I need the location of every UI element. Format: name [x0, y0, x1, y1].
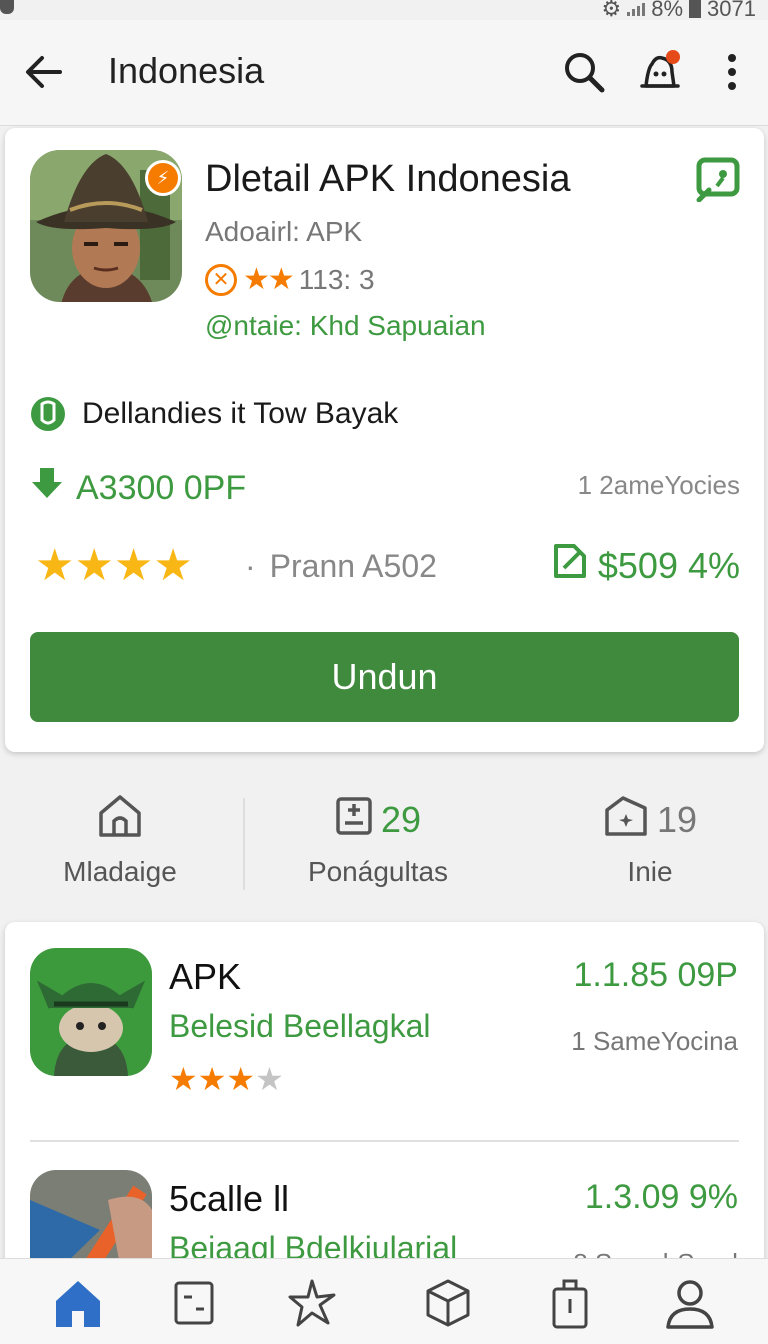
signal-icon — [627, 2, 646, 16]
rating-text: 113: 3 — [298, 263, 375, 295]
divider — [243, 798, 245, 890]
stat-value: 29 — [380, 799, 422, 840]
price-label: Prann A502 — [269, 548, 437, 584]
notification-icon — [0, 0, 14, 14]
percent-row: $509 4% — [552, 542, 740, 589]
feature-text: Dellandies it Tow Bayak — [82, 397, 399, 430]
bag-icon[interactable] — [540, 1273, 600, 1333]
stats-row: Mladaige 29 Ponágultas 19 Inie — [0, 790, 768, 900]
list-item-meta: 1 SameYocina — [571, 1026, 738, 1056]
app-detail-card: ⚡ Dletail APK Indonesia Adoairl: APK ✕ ★… — [5, 128, 764, 752]
star-rating: ★★★★ — [35, 541, 193, 590]
shield-icon — [30, 394, 66, 434]
stat-label: Mladaige — [63, 856, 177, 887]
rating-stars: ★★ — [243, 263, 295, 296]
stat-value: 19 — [656, 799, 698, 840]
download-size-row: A3300 0PF — [30, 466, 246, 511]
soldier-app-icon — [30, 948, 152, 1076]
house-star-icon — [603, 795, 649, 845]
stat-label: Inie — [627, 856, 673, 887]
time-text: 3071 — [707, 0, 756, 21]
download-size: A3300 0PF — [76, 469, 247, 507]
home-icon — [97, 793, 143, 848]
share-icon[interactable] — [695, 156, 741, 203]
app-bar: Indonesia — [0, 20, 768, 126]
status-icons: ⚙ 8% 3071 — [602, 0, 756, 22]
list-item-subtitle: Belesid Beellagkal — [169, 1008, 431, 1044]
battery-icon — [689, 0, 702, 18]
search-icon[interactable] — [562, 48, 606, 96]
bullet: · — [245, 548, 256, 584]
status-bar: ⚙ 8% 3071 — [0, 0, 768, 22]
list-item-title: APK — [169, 956, 242, 997]
stat-ponagultas[interactable]: 29 Ponágultas — [258, 790, 498, 900]
rating-row: ✕ ★★ 113: 3 — [205, 262, 375, 297]
stat-label: Ponágultas — [307, 856, 449, 887]
list-item-title: 5calle ll — [169, 1178, 290, 1219]
notifications-icon[interactable] — [638, 48, 682, 96]
developer-link[interactable]: @ntaie: Khd Sapuaian — [205, 310, 486, 342]
list-divider — [30, 1140, 739, 1142]
download-button[interactable]: Undun — [30, 632, 739, 722]
stat-mladaige[interactable]: Mladaige — [0, 790, 240, 900]
list-item[interactable]: APK Belesid Beellagkal ★★★★ 1.1.85 09P 1… — [5, 922, 764, 1122]
app-detail-title: Dletail APK Indonesia — [205, 158, 571, 200]
page-title: Indonesia — [108, 50, 265, 91]
star-icon[interactable] — [282, 1273, 342, 1333]
document-plus-icon — [335, 796, 373, 845]
download-meta: 1 2ameYocies — [577, 470, 740, 500]
notification-badge — [666, 50, 680, 64]
bolt-badge-icon: ⚡ — [145, 160, 181, 196]
battery-text: 8% — [651, 0, 684, 21]
profile-icon[interactable] — [660, 1273, 720, 1333]
list-item-version: 1.3.09 9% — [584, 1178, 738, 1216]
settings-status-icon: ⚙ — [601, 0, 622, 21]
percent-value: $509 4% — [597, 544, 740, 586]
home-icon[interactable] — [48, 1273, 108, 1333]
app-subtitle: Adoairl: APK — [205, 216, 363, 247]
box-icon[interactable] — [418, 1273, 478, 1333]
feature-row: Dellandies it Tow Bayak — [30, 394, 398, 434]
close-circle-icon: ✕ — [205, 263, 237, 296]
bottom-navigation — [0, 1258, 768, 1344]
edit-doc-icon — [552, 542, 588, 589]
list-item-version: 1.1.85 09P — [573, 956, 738, 994]
list-icon[interactable] — [164, 1273, 224, 1333]
stat-inie[interactable]: 19 Inie — [530, 790, 768, 900]
download-icon — [30, 466, 64, 511]
list-item-stars: ★★★★ — [169, 1061, 284, 1097]
back-arrow-icon[interactable] — [24, 50, 64, 94]
more-options-icon[interactable] — [712, 48, 756, 96]
price-row: · Prann A502 — [245, 548, 437, 585]
